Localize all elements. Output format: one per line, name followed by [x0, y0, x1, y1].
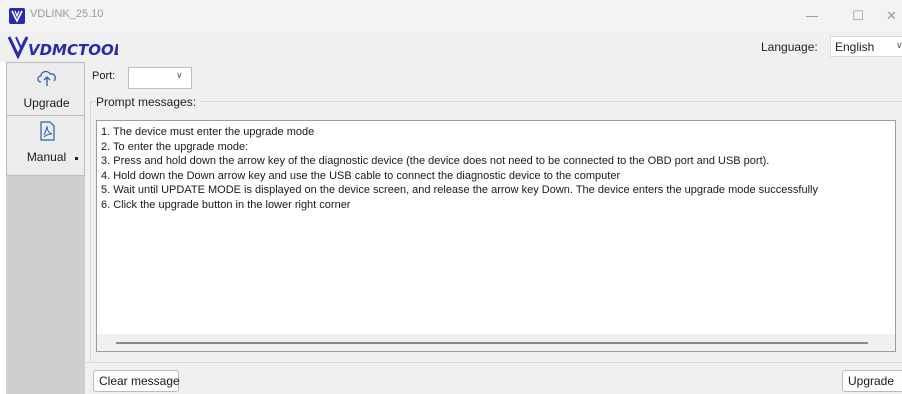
prompt-messages-label: Prompt messages:: [96, 95, 201, 109]
window-title: VDLINK_25.10: [30, 8, 104, 20]
app-logo-icon: [9, 8, 25, 24]
sidebar: Upgrade Manual: [6, 62, 85, 394]
group-box-border-left: [90, 101, 91, 363]
maximize-button[interactable]: ☐: [835, 0, 881, 32]
vdmctool-logo: VDMCTOOL: [7, 35, 123, 60]
sidebar-item-manual[interactable]: Manual: [6, 116, 85, 176]
sidebar-item-label: Upgrade: [23, 96, 70, 110]
message-line: 2. To enter the upgrade mode:: [101, 140, 249, 153]
minimize-button[interactable]: —: [789, 0, 835, 32]
chevron-down-icon: ∨: [176, 71, 183, 81]
dropdown-indicator-icon: [75, 157, 78, 160]
close-button[interactable]: ✕: [881, 0, 902, 32]
divider: [86, 362, 902, 363]
clear-message-button[interactable]: Clear message: [93, 370, 180, 392]
header-bar: VDMCTOOL Language: English ∨: [0, 32, 902, 62]
language-select[interactable]: English: [830, 36, 902, 57]
minimize-icon: —: [805, 8, 819, 24]
message-line: 5. Wait until UPDATE MODE is displayed o…: [101, 184, 818, 197]
close-icon: ✕: [886, 8, 897, 24]
maximize-icon: ☐: [852, 8, 864, 24]
sidebar-item-upgrade[interactable]: Upgrade: [6, 62, 85, 116]
scrollbar-thumb[interactable]: [116, 342, 868, 344]
port-label: Port:: [92, 70, 116, 82]
message-line: 4. Hold down the Down arrow key and use …: [101, 169, 621, 182]
cloud-upload-icon: [37, 70, 56, 86]
group-box-border: [90, 101, 902, 102]
prompt-messages-content: 1. The device must enter the upgrade mod…: [101, 125, 896, 213]
logo-text: VDMCTOOL: [28, 41, 118, 59]
pdf-document-icon: [40, 121, 55, 141]
upgrade-button[interactable]: Upgrade: [842, 370, 902, 392]
language-value: English: [835, 40, 875, 54]
title-bar: VDLINK_25.10 — ☐ ✕: [0, 0, 902, 32]
message-line: 3. Press and hold down the arrow key of …: [101, 155, 770, 168]
chevron-down-icon: ∨: [896, 41, 902, 51]
message-line: 6. Click the upgrade button in the lower…: [101, 198, 351, 211]
language-label: Language:: [761, 40, 818, 54]
message-line: 1. The device must enter the upgrade mod…: [101, 126, 315, 138]
